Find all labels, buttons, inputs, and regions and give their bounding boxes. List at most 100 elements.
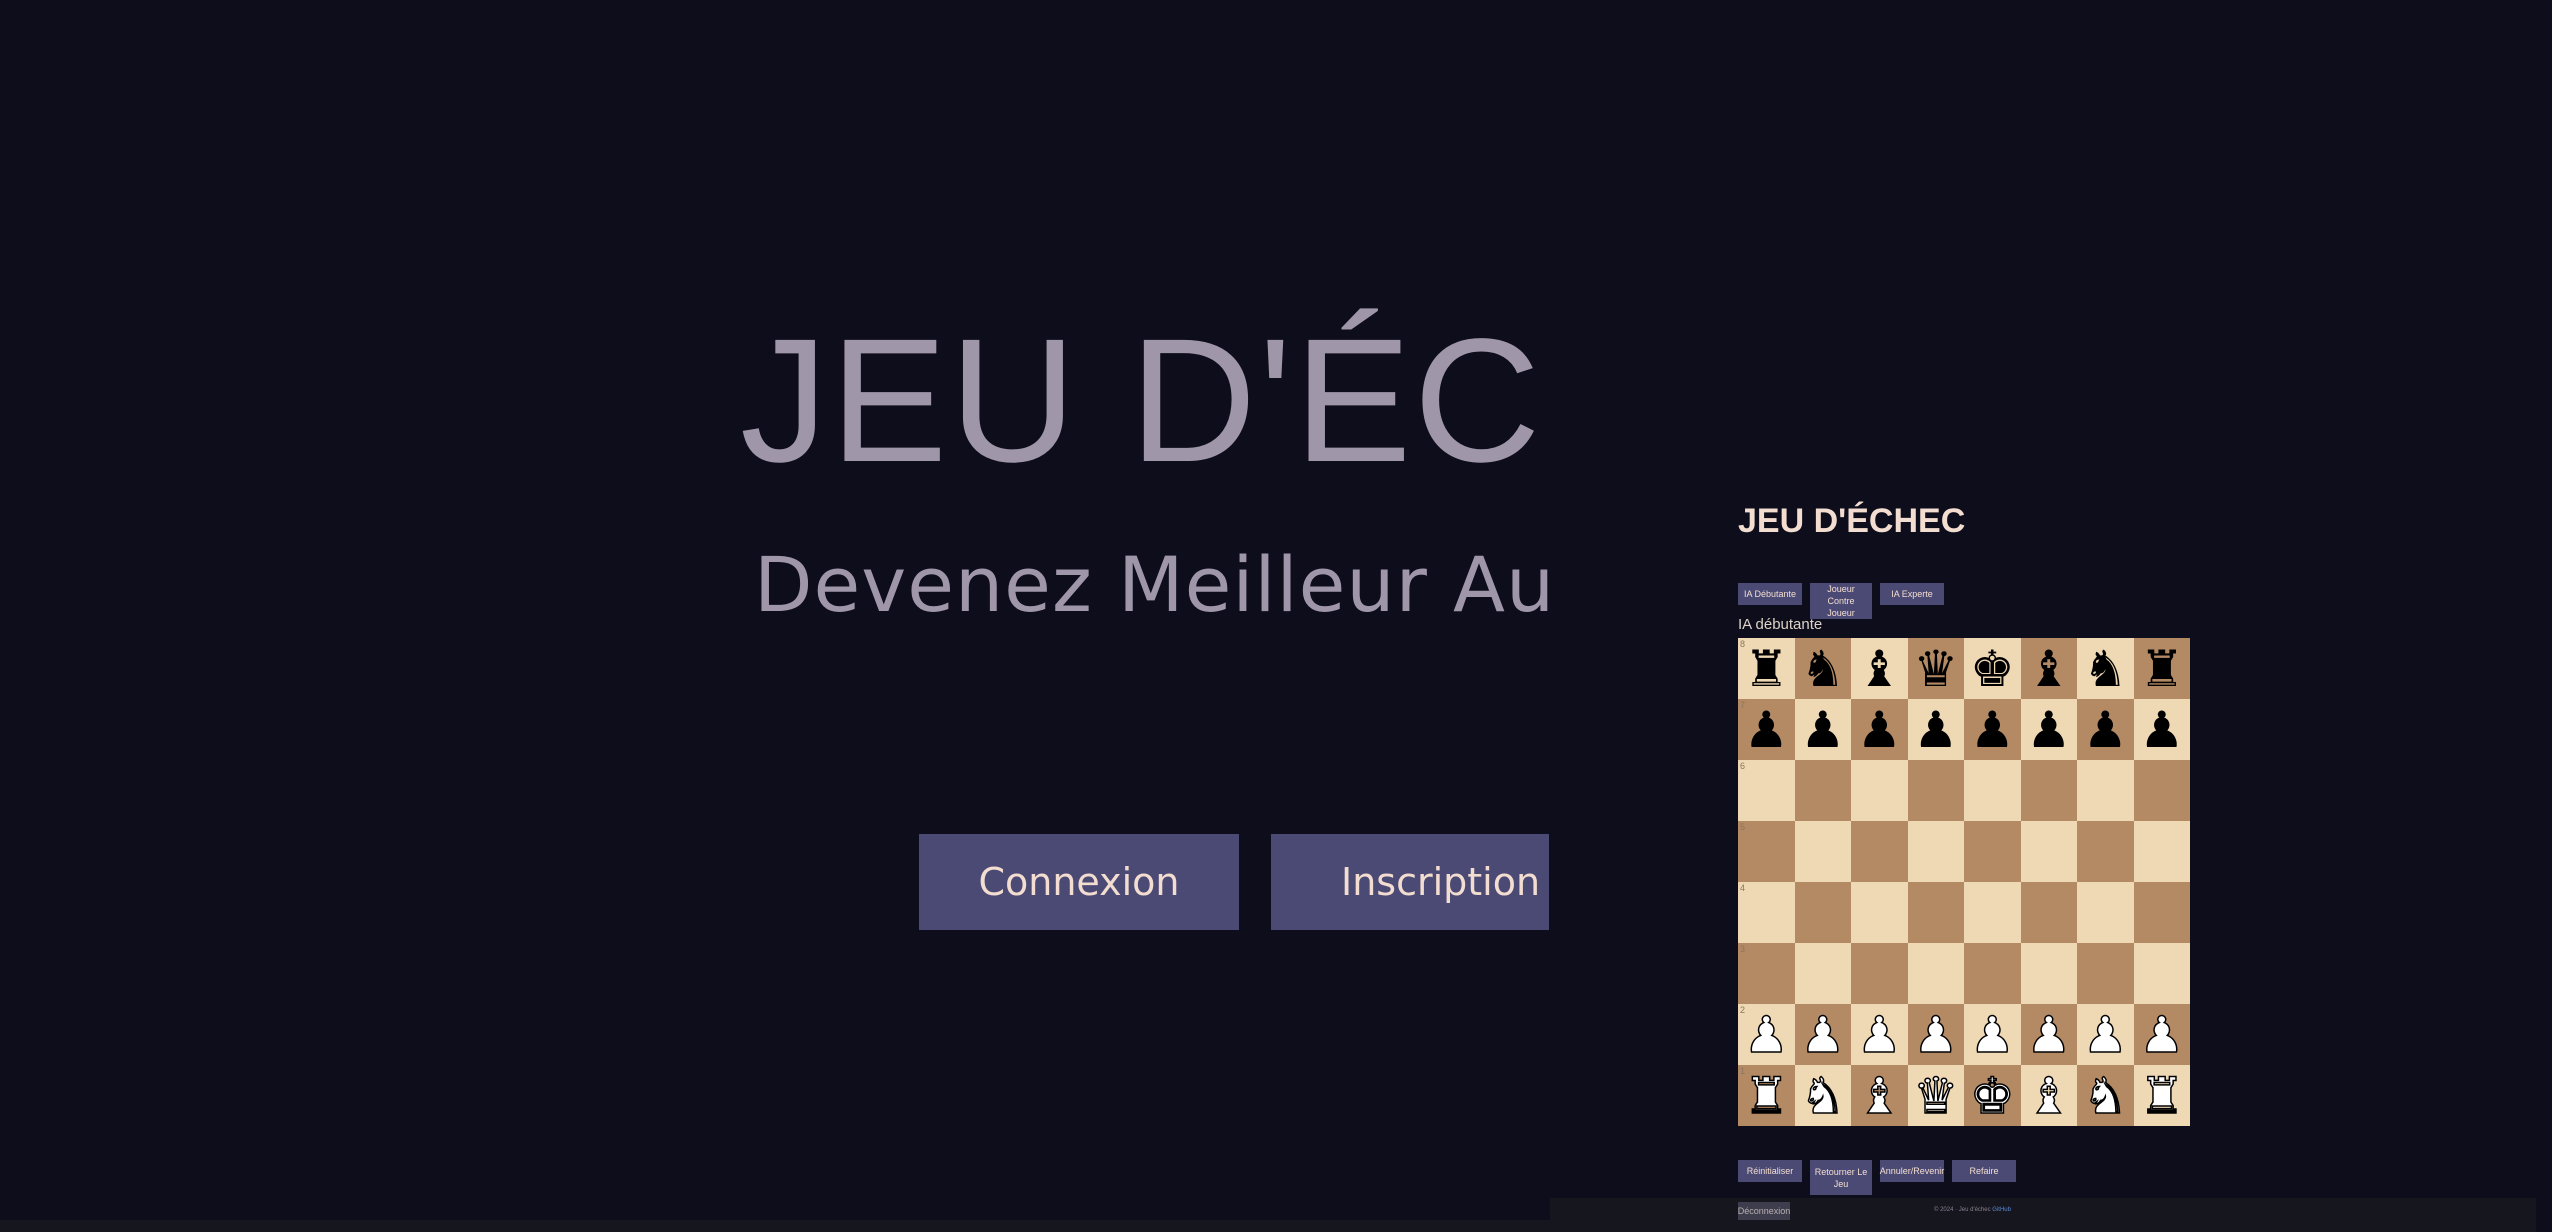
board-square-b1[interactable]: ♞ bbox=[1794, 1065, 1851, 1126]
black-pawn-icon[interactable]: ♟ bbox=[1970, 705, 2015, 755]
board-square-b2[interactable]: ♟ bbox=[1794, 1004, 1851, 1065]
white-king-icon[interactable]: ♚ bbox=[1969, 1070, 2015, 1122]
black-pawn-icon[interactable]: ♟ bbox=[2083, 705, 2128, 755]
board-square-f8[interactable]: ♝ bbox=[2020, 638, 2077, 699]
board-square-f3[interactable] bbox=[2020, 943, 2077, 1004]
black-rook-icon[interactable]: ♜ bbox=[1744, 644, 1789, 694]
board-square-e3[interactable] bbox=[1964, 943, 2021, 1004]
board-square-e4[interactable] bbox=[1964, 882, 2021, 943]
board-square-g2[interactable]: ♟ bbox=[2077, 1004, 2134, 1065]
board-square-f2[interactable]: ♟ bbox=[2020, 1004, 2077, 1065]
board-square-b6[interactable] bbox=[1794, 760, 1851, 821]
board-square-h6[interactable] bbox=[2133, 760, 2190, 821]
board-square-g1[interactable]: ♞ bbox=[2077, 1065, 2134, 1126]
board-square-c3[interactable] bbox=[1851, 943, 1908, 1004]
board-square-a1[interactable]: 1 ♜ bbox=[1738, 1065, 1795, 1126]
white-rook-icon[interactable]: ♜ bbox=[1743, 1070, 1789, 1122]
white-rook-icon[interactable]: ♜ bbox=[2139, 1070, 2185, 1122]
board-square-d8[interactable]: ♛ bbox=[1907, 638, 1964, 699]
logout-button[interactable]: Déconnexion bbox=[1738, 1202, 1790, 1220]
black-pawn-icon[interactable]: ♟ bbox=[2139, 705, 2184, 755]
board-square-g4[interactable] bbox=[2077, 882, 2134, 943]
board-square-d5[interactable] bbox=[1907, 821, 1964, 882]
board-square-d6[interactable] bbox=[1907, 760, 1964, 821]
board-square-c8[interactable]: ♝ bbox=[1851, 638, 1908, 699]
redo-button[interactable]: Refaire bbox=[1952, 1160, 2016, 1182]
board-square-b3[interactable] bbox=[1794, 943, 1851, 1004]
white-queen-icon[interactable]: ♛ bbox=[1913, 1070, 1959, 1122]
board-square-e6[interactable] bbox=[1964, 760, 2021, 821]
board-square-a7[interactable]: 7 ♟ bbox=[1738, 699, 1795, 760]
white-pawn-icon[interactable]: ♟ bbox=[2139, 1009, 2185, 1061]
white-knight-icon[interactable]: ♞ bbox=[2082, 1070, 2128, 1122]
white-pawn-icon[interactable]: ♟ bbox=[1800, 1009, 1846, 1061]
board-square-d1[interactable]: ♛ bbox=[1907, 1065, 1964, 1126]
board-square-h4[interactable] bbox=[2133, 882, 2190, 943]
black-knight-icon[interactable]: ♞ bbox=[1800, 644, 1845, 694]
board-square-f5[interactable] bbox=[2020, 821, 2077, 882]
board-square-e7[interactable]: ♟ bbox=[1964, 699, 2021, 760]
board-square-d7[interactable]: ♟ bbox=[1907, 699, 1964, 760]
board-square-b4[interactable] bbox=[1794, 882, 1851, 943]
board-square-d2[interactable]: ♟ bbox=[1907, 1004, 1964, 1065]
mode-player-vs-player-button[interactable]: Joueur Contre Joueur bbox=[1810, 583, 1872, 619]
board-square-b8[interactable]: ♞ bbox=[1794, 638, 1851, 699]
black-pawn-icon[interactable]: ♟ bbox=[1913, 705, 1958, 755]
board-square-e1[interactable]: ♚ bbox=[1964, 1065, 2021, 1126]
black-queen-icon[interactable]: ♛ bbox=[1913, 644, 1958, 694]
black-knight-icon[interactable]: ♞ bbox=[2083, 644, 2128, 694]
board-square-c2[interactable]: ♟ bbox=[1851, 1004, 1908, 1065]
board-square-f4[interactable] bbox=[2020, 882, 2077, 943]
board-square-c7[interactable]: ♟ bbox=[1851, 699, 1908, 760]
board-square-f7[interactable]: ♟ bbox=[2020, 699, 2077, 760]
white-bishop-icon[interactable]: ♝ bbox=[2026, 1070, 2072, 1122]
board-square-h3[interactable] bbox=[2133, 943, 2190, 1004]
board-square-h5[interactable] bbox=[2133, 821, 2190, 882]
board-square-g3[interactable] bbox=[2077, 943, 2134, 1004]
board-square-h8[interactable]: ♜ bbox=[2133, 638, 2190, 699]
board-square-d4[interactable] bbox=[1907, 882, 1964, 943]
board-square-g8[interactable]: ♞ bbox=[2077, 638, 2134, 699]
board-square-a8[interactable]: 8 ♜ bbox=[1738, 638, 1795, 699]
board-square-a3[interactable]: 3 bbox=[1738, 943, 1795, 1004]
board-square-a2[interactable]: 2 ♟ bbox=[1738, 1004, 1795, 1065]
board-square-h2[interactable]: ♟ bbox=[2133, 1004, 2190, 1065]
board-square-f1[interactable]: ♝ bbox=[2020, 1065, 2077, 1126]
flip-board-button[interactable]: Retourner Le Jeu bbox=[1810, 1160, 1872, 1195]
board-square-a4[interactable]: 4 bbox=[1738, 882, 1795, 943]
board-square-g7[interactable]: ♟ bbox=[2077, 699, 2134, 760]
signup-button[interactable]: Inscription bbox=[1271, 834, 1549, 930]
board-square-a6[interactable]: 6 bbox=[1738, 760, 1795, 821]
board-square-h1[interactable]: ♜ bbox=[2133, 1065, 2190, 1126]
board-square-c1[interactable]: ♝ bbox=[1851, 1065, 1908, 1126]
black-pawn-icon[interactable]: ♟ bbox=[1800, 705, 1845, 755]
white-knight-icon[interactable]: ♞ bbox=[1800, 1070, 1846, 1122]
white-pawn-icon[interactable]: ♟ bbox=[2026, 1009, 2072, 1061]
board-square-e2[interactable]: ♟ bbox=[1964, 1004, 2021, 1065]
board-square-b5[interactable] bbox=[1794, 821, 1851, 882]
black-rook-icon[interactable]: ♜ bbox=[2139, 644, 2184, 694]
board-square-c4[interactable] bbox=[1851, 882, 1908, 943]
black-pawn-icon[interactable]: ♟ bbox=[1744, 705, 1789, 755]
login-button[interactable]: Connexion bbox=[919, 834, 1239, 930]
black-pawn-icon[interactable]: ♟ bbox=[1857, 705, 1902, 755]
board-square-c5[interactable] bbox=[1851, 821, 1908, 882]
board-square-e8[interactable]: ♚ bbox=[1964, 638, 2021, 699]
white-bishop-icon[interactable]: ♝ bbox=[1856, 1070, 1902, 1122]
board-square-d3[interactable] bbox=[1907, 943, 1964, 1004]
footer-link[interactable]: GitHub bbox=[1992, 1207, 2011, 1213]
undo-button[interactable]: Annuler/Revenir bbox=[1880, 1160, 1944, 1182]
black-king-icon[interactable]: ♚ bbox=[1970, 644, 2015, 694]
board-square-c6[interactable] bbox=[1851, 760, 1908, 821]
mode-expert-ai-button[interactable]: IA Experte bbox=[1880, 583, 1944, 605]
reset-button[interactable]: Réinitialiser bbox=[1738, 1160, 1802, 1182]
board-square-a5[interactable]: 5 bbox=[1738, 821, 1795, 882]
board-square-g5[interactable] bbox=[2077, 821, 2134, 882]
board-square-e5[interactable] bbox=[1964, 821, 2021, 882]
white-pawn-icon[interactable]: ♟ bbox=[1743, 1009, 1789, 1061]
black-pawn-icon[interactable]: ♟ bbox=[2026, 705, 2071, 755]
black-bishop-icon[interactable]: ♝ bbox=[2026, 644, 2071, 694]
board-square-f6[interactable] bbox=[2020, 760, 2077, 821]
white-pawn-icon[interactable]: ♟ bbox=[2082, 1009, 2128, 1061]
mode-beginner-ai-button[interactable]: IA Débutante bbox=[1738, 583, 1802, 605]
